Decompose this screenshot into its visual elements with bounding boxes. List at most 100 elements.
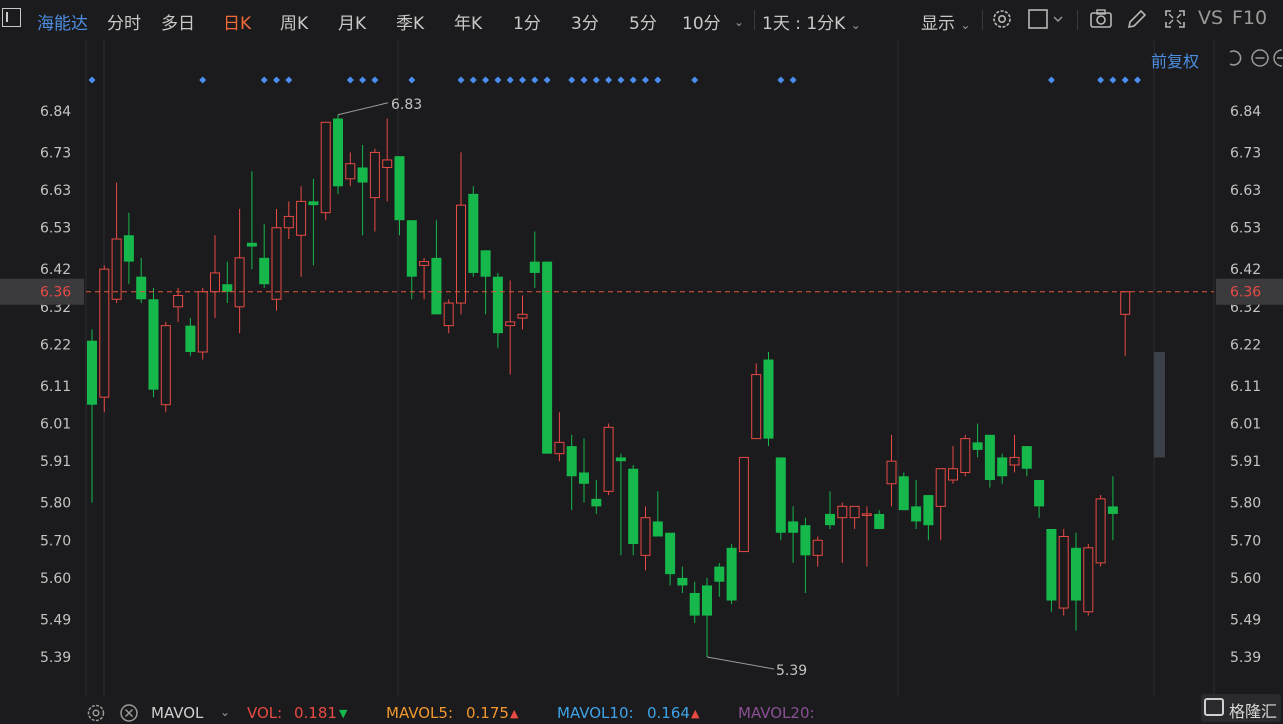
adjust-mode-button[interactable]: 前复权 (1151, 48, 1199, 72)
period-tab-multiday[interactable]: 多日 (161, 9, 195, 34)
candle-body-up (173, 295, 184, 308)
more-periods-dropdown[interactable]: ⌄ (734, 11, 744, 31)
signal-marker (506, 76, 514, 84)
candle-body-down (714, 566, 725, 582)
candle-body-up (738, 456, 749, 553)
period-tab-monthly[interactable]: 月K (338, 9, 366, 34)
kline-chart-svg[interactable]: 6.846.736.636.536.426.326.226.116.015.91… (0, 40, 1283, 696)
y-tick-label-left: 6.22 (40, 337, 71, 353)
candle-body-up (197, 291, 208, 353)
candle-body-down (246, 242, 257, 247)
candle-body-up (837, 505, 848, 519)
f10-button[interactable]: F10 (1232, 7, 1267, 29)
candle (677, 566, 688, 593)
period-tab-weekly[interactable]: 周K (280, 9, 308, 34)
candle (234, 208, 245, 334)
undo-icon[interactable] (1224, 48, 1246, 68)
candle-body-up (1083, 547, 1094, 613)
period-tab-1min[interactable]: 1分 (513, 9, 541, 34)
signal-marker (568, 76, 576, 84)
interval-select[interactable]: 1天 : 1分K ⌄ (762, 9, 861, 34)
kline-chart[interactable]: 6.84 6.73 6.63 6.53 6.42 6.32 6.22 6.11 6.01 5.91… (0, 40, 1283, 696)
candle (812, 536, 823, 567)
candle-body-down (480, 250, 491, 277)
candle-body-up (443, 302, 454, 327)
period-tab-3min[interactable]: 3分 (571, 9, 599, 34)
stock-name[interactable]: 海能达 (37, 9, 88, 34)
y-tick-label-right: 6.11 (1230, 379, 1261, 395)
candle (1071, 532, 1081, 631)
y-tick-label-right: 6.01 (1230, 417, 1261, 433)
draw-pencil-icon[interactable] (1125, 8, 1149, 30)
candle (345, 152, 356, 187)
candle (222, 261, 233, 304)
signal-marker (371, 76, 379, 84)
candle (615, 453, 626, 556)
period-tab-yearly[interactable]: 年K (454, 9, 482, 34)
indicator-select[interactable]: MAVOL (151, 704, 203, 722)
candle-body-up (505, 321, 516, 327)
settings-gear-icon[interactable] (990, 8, 1014, 30)
candle-body-up (382, 159, 393, 168)
candle (246, 171, 257, 270)
signal-marker (519, 76, 526, 84)
display-dropdown[interactable]: 显示 ⌄ (921, 9, 970, 34)
candle (382, 118, 393, 202)
candle-body-up (603, 426, 614, 492)
candle (603, 423, 614, 496)
candle-body-down (911, 506, 922, 522)
sidebar-toggle-icon[interactable] (2, 8, 21, 27)
signal-marker (1134, 76, 1141, 84)
candle (788, 506, 799, 563)
period-tab-5min[interactable]: 5分 (629, 9, 657, 34)
candle-body-down (984, 434, 995, 481)
candle (566, 434, 577, 511)
y-axis-right: 6.846.736.636.536.426.326.226.116.015.91… (1230, 104, 1261, 666)
period-tab-10min[interactable]: 10分 (682, 9, 721, 34)
period-tab-quarterly[interactable]: 季K (396, 9, 424, 34)
candle (283, 201, 294, 240)
fullscreen-icon[interactable] (1163, 8, 1187, 30)
candle (271, 208, 282, 311)
signal-marker (494, 76, 502, 84)
y-axis-left: 6.846.736.636.536.426.326.226.116.015.91… (40, 104, 71, 666)
candle-body-down (136, 276, 147, 300)
indicator-dropdown[interactable]: ⌄ (220, 702, 230, 720)
indicator-settings-icon[interactable] (86, 703, 106, 723)
candle (997, 453, 1008, 484)
zoom-out-icon[interactable] (1250, 48, 1270, 68)
candle-body-up (1120, 291, 1131, 315)
candle-body-up (554, 441, 565, 455)
chart-type-select-icon[interactable] (1026, 8, 1068, 30)
period-tab-daily[interactable]: 日K (223, 9, 251, 34)
candle (628, 464, 639, 556)
watermark-text: 格隆汇 (1229, 702, 1278, 721)
candle-body-down (222, 284, 233, 292)
up-arrow-icon: ▲ (510, 707, 519, 720)
signal-marker (457, 76, 465, 84)
vs-compare-button[interactable]: VS (1198, 7, 1223, 29)
candle-body-up (234, 257, 245, 308)
signal-marker (199, 76, 207, 84)
candle (136, 257, 147, 304)
candle (87, 329, 97, 503)
candle-body-up (861, 513, 872, 516)
close-indicator-icon[interactable] (119, 703, 139, 723)
down-arrow-icon: ▼ (339, 707, 348, 720)
candle-body-down (1046, 528, 1057, 601)
candle (652, 491, 663, 537)
candle (111, 182, 122, 304)
candle-body-down (665, 532, 676, 575)
candle (972, 423, 983, 458)
y-tick-label-left: 5.91 (40, 454, 71, 470)
y-tick-label-left: 5.49 (40, 612, 71, 628)
signal-marker (789, 76, 797, 84)
camera-icon[interactable] (1089, 8, 1113, 30)
candle (849, 505, 860, 529)
signal-marker (691, 76, 699, 84)
zoom-in-icon[interactable] (1272, 48, 1283, 68)
candle (825, 491, 835, 529)
signal-marker (617, 76, 625, 84)
candle (357, 144, 368, 236)
period-tab-intraday[interactable]: 分时 (107, 9, 141, 34)
